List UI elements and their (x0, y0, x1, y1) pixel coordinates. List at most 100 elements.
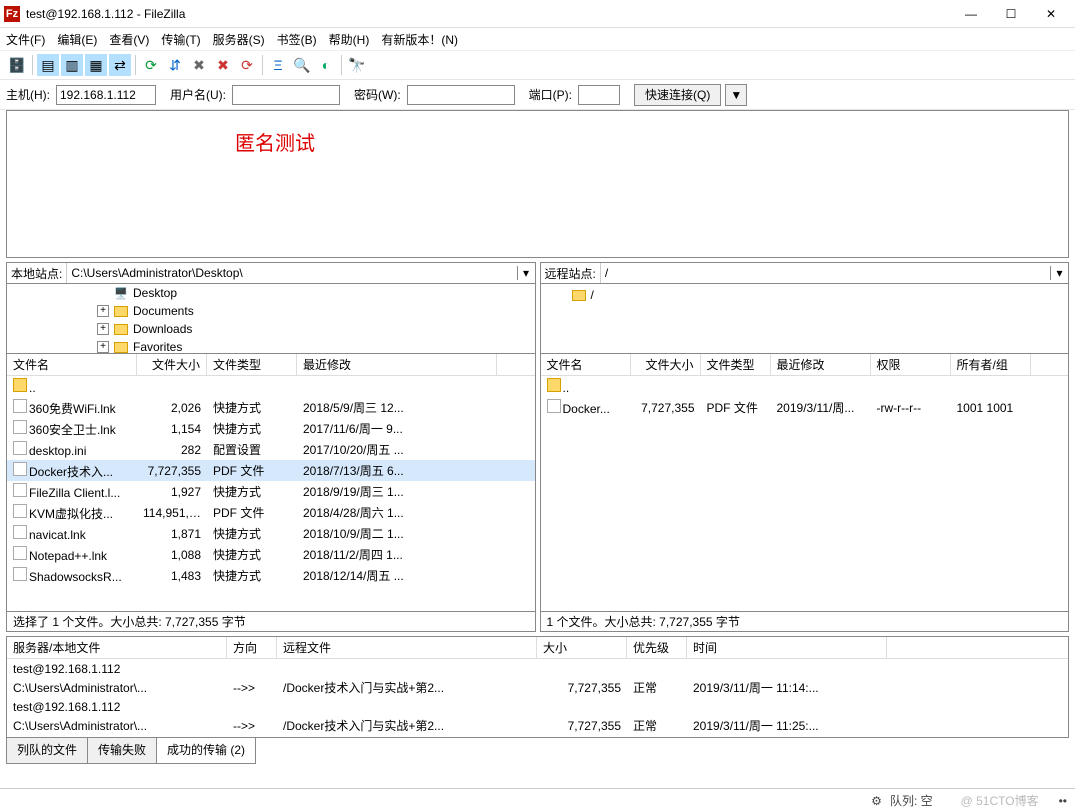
username-input[interactable] (232, 85, 340, 105)
folder-icon (113, 322, 129, 336)
file-icon (13, 546, 27, 560)
tree-node[interactable]: 🖥️Desktop (7, 284, 535, 302)
gear-icon[interactable]: ⚙ (871, 794, 882, 808)
remote-tree[interactable]: / (540, 284, 1070, 354)
column-header[interactable]: 最近修改 (297, 354, 497, 375)
transfer-queue[interactable]: 服务器/本地文件方向远程文件大小优先级时间 test@192.168.1.112… (6, 636, 1069, 738)
menu-item[interactable]: 编辑(E) (57, 31, 97, 48)
column-header[interactable]: 时间 (687, 637, 887, 658)
column-header[interactable]: 最近修改 (771, 354, 871, 375)
quick-connect-button[interactable]: 快速连接(Q) (634, 84, 721, 106)
file-icon (547, 399, 561, 413)
queue-row[interactable]: C:\Users\Administrator\...-->>/Docker技术入… (7, 678, 1068, 697)
disconnect-button[interactable]: ✖ (212, 54, 234, 76)
folder-icon (113, 340, 129, 354)
local-site-label: 本地站点: (7, 265, 66, 282)
site-manager-button[interactable]: 🗄️ (6, 54, 28, 76)
folder-icon (571, 288, 587, 302)
menu-item[interactable]: 查看(V) (109, 31, 149, 48)
remote-path-input[interactable] (600, 263, 1050, 283)
file-row[interactable]: FileZilla Client.l...1,927快捷方式2018/9/19/… (7, 481, 535, 502)
column-header[interactable]: 文件大小 (631, 354, 701, 375)
file-row[interactable]: Docker技术入...7,727,355PDF 文件2018/7/13/周五 … (7, 460, 535, 481)
menu-item[interactable]: 书签(B) (277, 31, 317, 48)
toggle-queue-button[interactable]: ⇄ (109, 54, 131, 76)
queue-tab[interactable]: 列队的文件 (6, 738, 88, 764)
column-header[interactable]: 文件大小 (137, 354, 207, 375)
menu-item[interactable]: 帮助(H) (329, 31, 370, 48)
local-path-input[interactable] (66, 263, 516, 283)
close-button[interactable]: ✕ (1031, 0, 1071, 28)
file-row[interactable]: 360免费WiFi.lnk2,026快捷方式2018/5/9/周三 12... (7, 397, 535, 418)
column-header[interactable]: 文件名 (7, 354, 137, 375)
local-site-bar: 本地站点: ▾ (6, 262, 536, 284)
column-header[interactable]: 文件名 (541, 354, 631, 375)
tree-node[interactable]: +Favorites (7, 338, 535, 354)
column-header[interactable]: 文件类型 (207, 354, 297, 375)
refresh-button[interactable]: ⟳ (140, 54, 162, 76)
file-row[interactable]: navicat.lnk1,871快捷方式2018/10/9/周二 1... (7, 523, 535, 544)
port-input[interactable] (578, 85, 620, 105)
file-icon (13, 399, 27, 413)
tree-node[interactable]: / (541, 286, 1069, 304)
file-row[interactable]: 360安全卫士.lnk1,154快捷方式2017/11/6/周一 9... (7, 418, 535, 439)
column-header[interactable]: 远程文件 (277, 637, 537, 658)
local-tree[interactable]: 🖥️Desktop+Documents+Downloads+Favorites (6, 284, 536, 354)
file-row[interactable]: .. (541, 376, 1069, 397)
file-icon (13, 525, 27, 539)
file-row[interactable]: KVM虚拟化技...114,951,5...PDF 文件2018/4/28/周六… (7, 502, 535, 523)
local-pane: 本地站点: ▾ 🖥️Desktop+Documents+Downloads+Fa… (6, 262, 536, 632)
column-header[interactable]: 大小 (537, 637, 627, 658)
column-header[interactable]: 优先级 (627, 637, 687, 658)
file-row[interactable]: .. (7, 376, 535, 397)
remote-file-list[interactable]: 文件名文件大小文件类型最近修改权限所有者/组 ..Docker...7,727,… (540, 354, 1070, 612)
host-input[interactable] (56, 85, 156, 105)
filter-button[interactable]: Ξ (267, 54, 289, 76)
cancel-button[interactable]: ✖ (188, 54, 210, 76)
search-button[interactable]: 🔍 (291, 54, 313, 76)
minimize-button[interactable]: — (951, 0, 991, 28)
watermark: @ 51CTO博客 (961, 792, 1039, 809)
local-path-dropdown[interactable]: ▾ (517, 266, 535, 280)
title-bar: Fz test@192.168.1.112 - FileZilla — ☐ ✕ (0, 0, 1075, 28)
maximize-button[interactable]: ☐ (991, 0, 1031, 28)
file-row[interactable]: ShadowsocksR...1,483快捷方式2018/12/14/周五 ..… (7, 565, 535, 586)
quick-connect-dropdown[interactable]: ▼ (725, 84, 747, 106)
toggle-local-tree-button[interactable]: ▥ (61, 54, 83, 76)
column-header[interactable]: 方向 (227, 637, 277, 658)
toggle-log-button[interactable]: ▤ (37, 54, 59, 76)
process-queue-button[interactable]: ⇵ (164, 54, 186, 76)
app-icon: Fz (4, 6, 20, 22)
file-row[interactable]: Docker...7,727,355PDF 文件2019/3/11/周...-r… (541, 397, 1069, 418)
reconnect-button[interactable]: ⟳ (236, 54, 258, 76)
menu-item[interactable]: 服务器(S) (213, 31, 265, 48)
menu-item[interactable]: 有新版本！(N) (381, 31, 458, 48)
compare-button[interactable]: ◐ (315, 54, 337, 76)
column-header[interactable]: 文件类型 (701, 354, 771, 375)
queue-row[interactable]: test@192.168.1.112 (7, 697, 1068, 716)
queue-row[interactable]: C:\Users\Administrator\...-->>/Docker技术入… (7, 716, 1068, 735)
file-row[interactable]: Notepad++.lnk1,088快捷方式2018/11/2/周四 1... (7, 544, 535, 565)
column-header[interactable]: 服务器/本地文件 (7, 637, 227, 658)
queue-tab[interactable]: 传输失败 (87, 738, 157, 764)
file-row[interactable]: desktop.ini282配置设置2017/10/20/周五 ... (7, 439, 535, 460)
log-pane: 匿名测试 (6, 110, 1069, 258)
tree-node[interactable]: +Documents (7, 302, 535, 320)
menu-item[interactable]: 文件(F) (6, 31, 45, 48)
column-header[interactable]: 所有者/组 (951, 354, 1031, 375)
folder-icon (113, 304, 129, 318)
queue-tab[interactable]: 成功的传输 (2) (156, 738, 256, 764)
queue-row[interactable]: test@192.168.1.112 (7, 659, 1068, 678)
tree-node[interactable]: +Downloads (7, 320, 535, 338)
column-header[interactable]: 权限 (871, 354, 951, 375)
file-icon (13, 378, 27, 392)
toggle-remote-tree-button[interactable]: ▦ (85, 54, 107, 76)
local-file-list[interactable]: 文件名文件大小文件类型最近修改 ..360免费WiFi.lnk2,026快捷方式… (6, 354, 536, 612)
log-annotation: 匿名测试 (235, 127, 315, 156)
remote-path-dropdown[interactable]: ▾ (1050, 266, 1068, 280)
binoculars-icon[interactable]: 🔭 (346, 54, 368, 76)
password-input[interactable] (407, 85, 515, 105)
menu-item[interactable]: 传输(T) (161, 31, 200, 48)
password-label: 密码(W): (354, 86, 401, 103)
remote-site-bar: 远程站点: ▾ (540, 262, 1070, 284)
